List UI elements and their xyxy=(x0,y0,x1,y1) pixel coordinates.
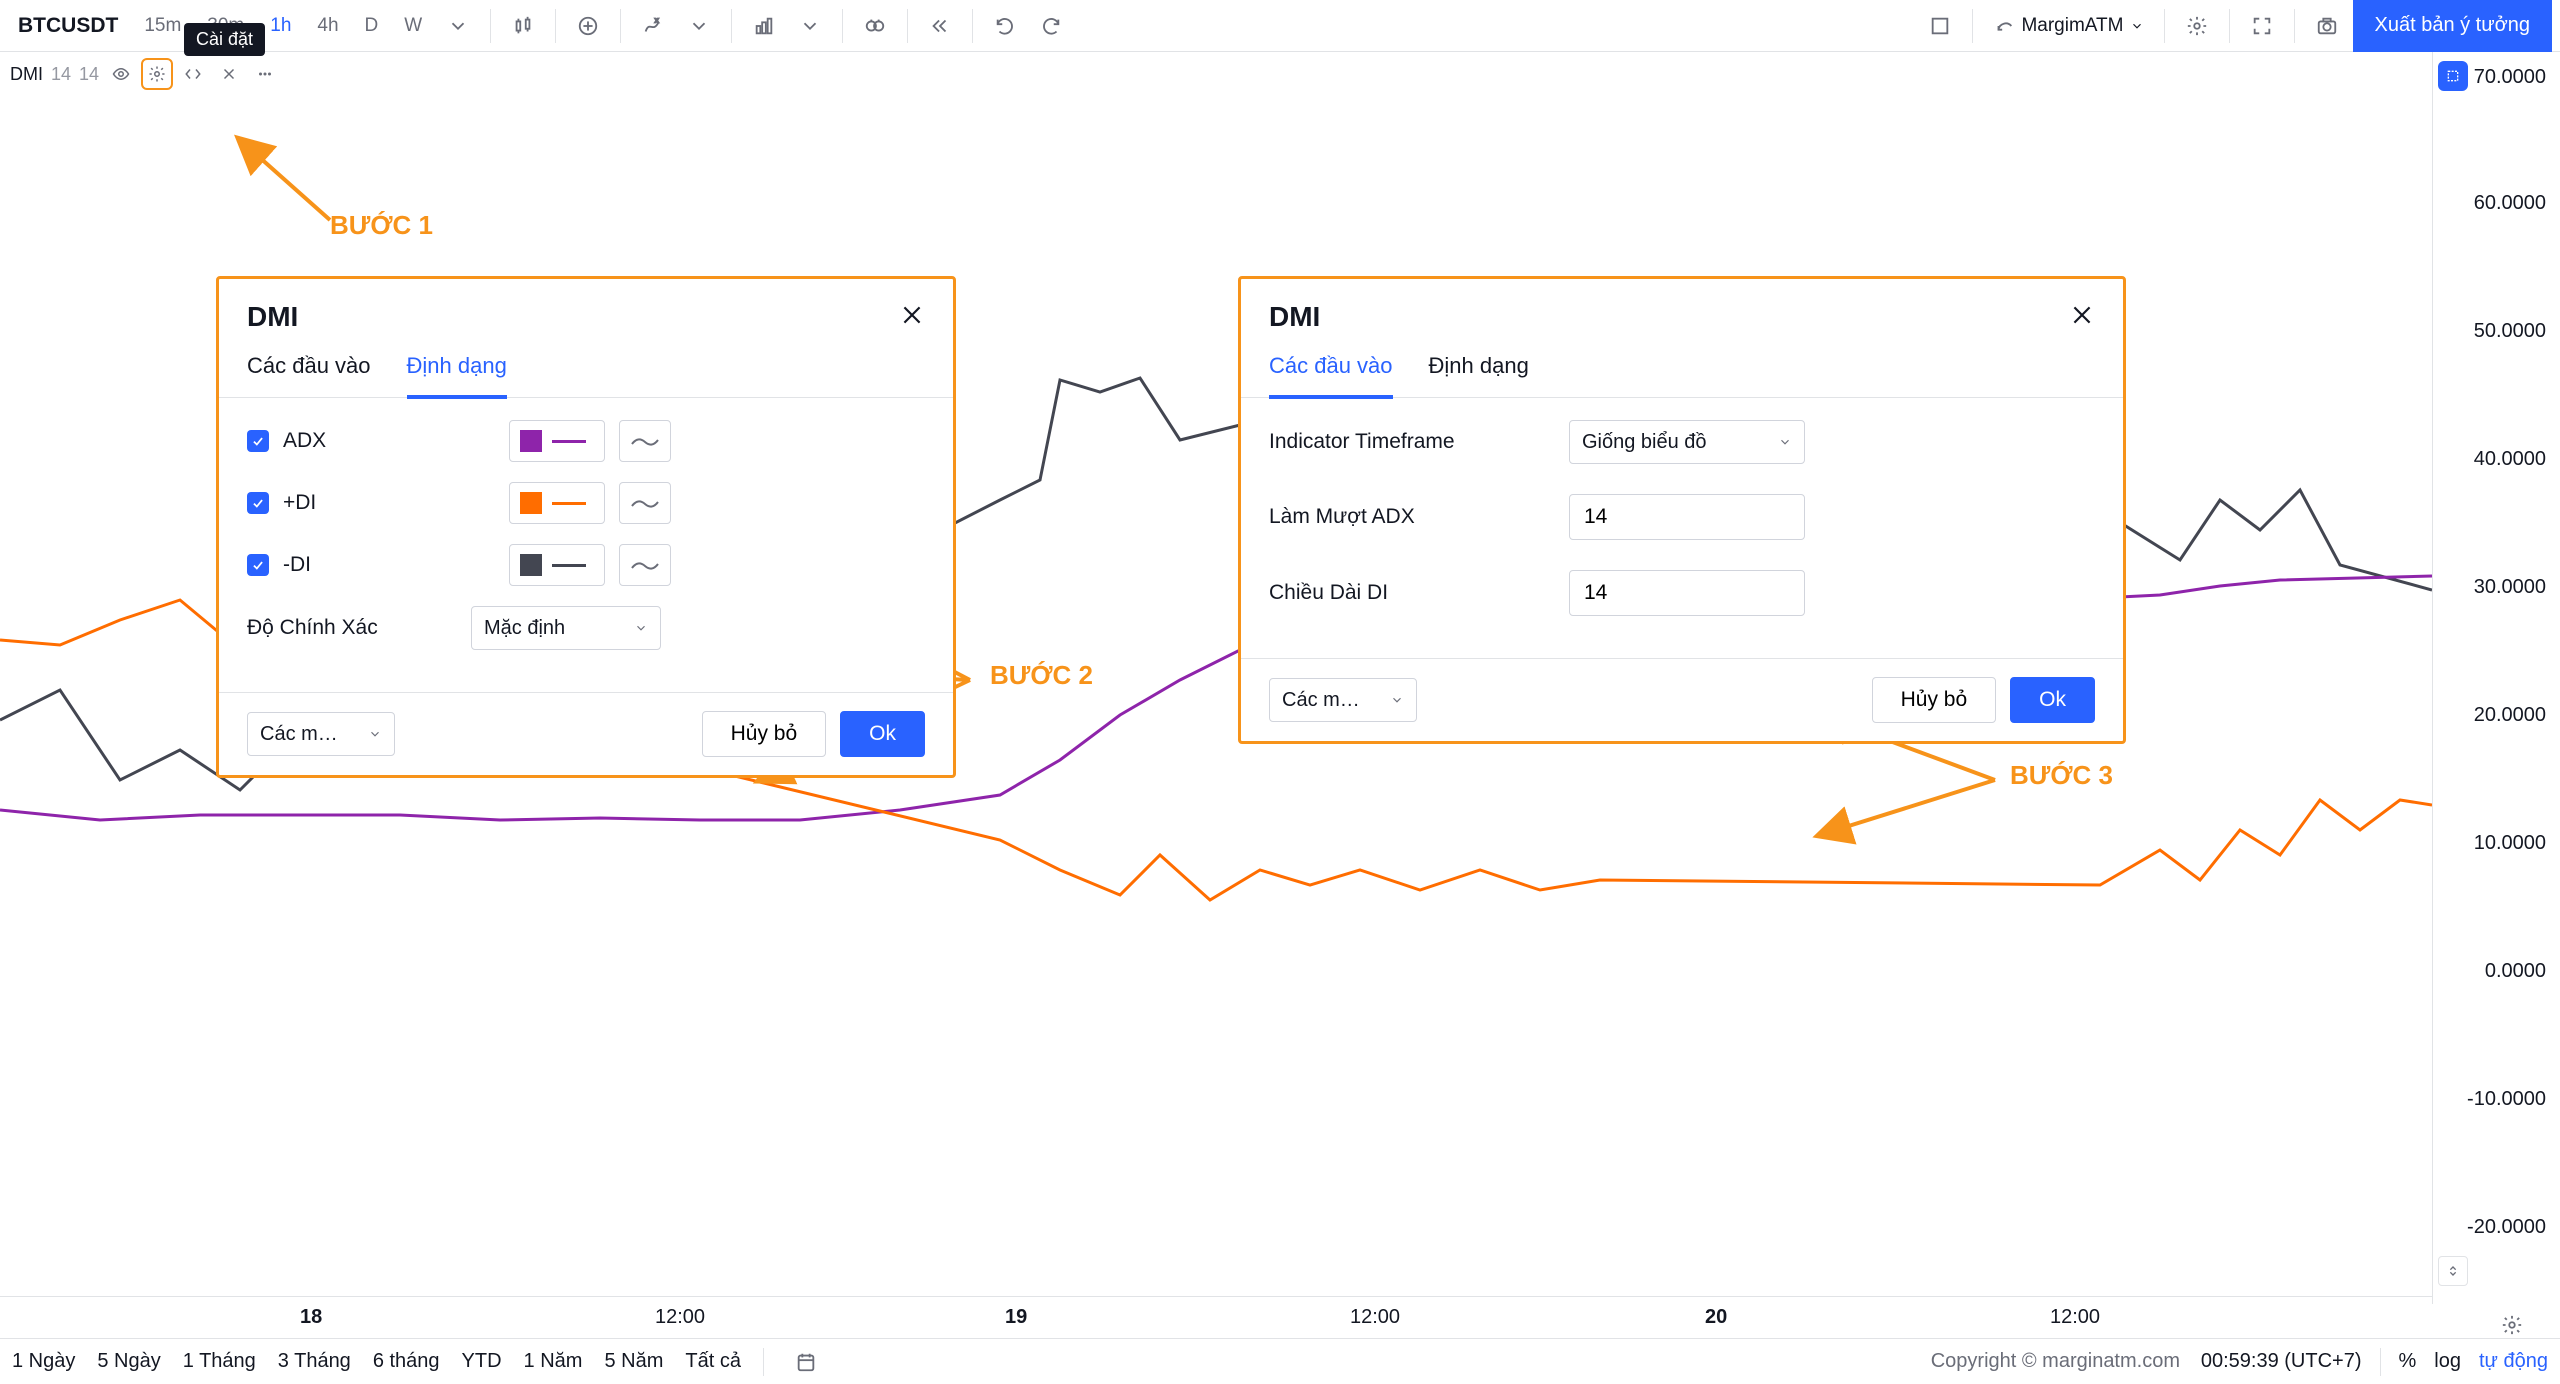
step2-label: BƯỚC 2 xyxy=(990,660,1093,691)
close-icon[interactable] xyxy=(2069,302,2095,333)
more-icon[interactable] xyxy=(251,60,279,88)
x-label: 12:00 xyxy=(1350,1306,1400,1329)
di-length-label: Chiều Dài DI xyxy=(1269,581,1539,605)
y-label: 30.0000 xyxy=(2474,576,2546,599)
y-label: -20.0000 xyxy=(2467,1216,2546,1239)
expand-panes-icon[interactable] xyxy=(2438,1256,2468,1286)
range-1m[interactable]: 1 Tháng xyxy=(183,1350,256,1373)
range-1d[interactable]: 1 Ngày xyxy=(12,1350,75,1373)
mdi-checkbox[interactable] xyxy=(247,554,269,576)
range-5y[interactable]: 5 Năm xyxy=(604,1350,663,1373)
y-label: -10.0000 xyxy=(2467,1088,2546,1111)
indicator-param-2: 14 xyxy=(79,64,99,85)
price-badge-icon[interactable] xyxy=(2438,61,2468,91)
timeframe-select[interactable]: Giống biểu đồ xyxy=(1569,420,1805,464)
tab-inputs[interactable]: Các đầu vào xyxy=(1269,343,1393,399)
source-code-icon[interactable] xyxy=(179,60,207,88)
adx-checkbox[interactable] xyxy=(247,430,269,452)
pdi-checkbox[interactable] xyxy=(247,492,269,514)
x-label: 18 xyxy=(300,1306,322,1329)
indicator-name: DMI xyxy=(10,64,43,85)
di-length-input[interactable] xyxy=(1569,570,1805,616)
ok-button[interactable]: Ok xyxy=(2010,677,2095,723)
range-1y[interactable]: 1 Năm xyxy=(524,1350,583,1373)
x-label: 20 xyxy=(1705,1306,1727,1329)
ok-button[interactable]: Ok xyxy=(840,711,925,757)
tab-inputs[interactable]: Các đầu vào xyxy=(247,343,371,397)
cancel-button[interactable]: Hủy bỏ xyxy=(702,711,827,757)
x-label: 12:00 xyxy=(655,1306,705,1329)
timeframe-label: Indicator Timeframe xyxy=(1269,430,1539,454)
y-label: 50.0000 xyxy=(2474,320,2546,343)
step1-label: BƯỚC 1 xyxy=(330,210,433,241)
copyright-text: Copyright © marginatm.com xyxy=(1931,1350,2180,1373)
range-6m[interactable]: 6 tháng xyxy=(373,1350,440,1373)
modal-title: DMI xyxy=(1269,301,1320,333)
defaults-dropdown[interactable]: Các m… xyxy=(247,712,395,756)
pdi-color-picker[interactable] xyxy=(509,482,605,524)
step1-arrow-icon xyxy=(230,130,340,230)
close-icon[interactable] xyxy=(215,60,243,88)
precision-select[interactable]: Mặc định xyxy=(471,606,661,650)
adx-smoothing-label: Làm Mượt ADX xyxy=(1269,505,1539,529)
indicator-param-1: 14 xyxy=(51,64,71,85)
x-label: 19 xyxy=(1005,1306,1027,1329)
range-all[interactable]: Tất cả xyxy=(685,1350,741,1373)
range-5d[interactable]: 5 Ngày xyxy=(97,1350,160,1373)
pdi-line-style[interactable] xyxy=(619,482,671,524)
step3-label: BƯỚC 3 xyxy=(2010,760,2113,791)
tab-style[interactable]: Định dạng xyxy=(1429,343,1529,397)
x-label: 12:00 xyxy=(2050,1306,2100,1329)
pdi-label: +DI xyxy=(283,491,351,515)
bottom-range-bar: 1 Ngày 5 Ngày 1 Tháng 3 Tháng 6 tháng YT… xyxy=(0,1338,2560,1384)
adx-smoothing-input[interactable] xyxy=(1569,494,1805,540)
time-axis[interactable]: 18 12:00 19 12:00 20 12:00 xyxy=(0,1296,2432,1338)
range-3m[interactable]: 3 Tháng xyxy=(278,1350,351,1373)
close-icon[interactable] xyxy=(899,302,925,333)
y-label: 70.0000 xyxy=(2474,66,2546,89)
y-label: 40.0000 xyxy=(2474,448,2546,471)
indicator-legend: DMI 14 14 xyxy=(10,60,279,88)
adx-label: ADX xyxy=(283,429,351,453)
dmi-settings-style-modal: DMI Các đầu vào Định dạng ADX +DI -DI xyxy=(216,276,956,778)
log-toggle[interactable]: log xyxy=(2434,1350,2461,1373)
adx-color-picker[interactable] xyxy=(509,420,605,462)
defaults-dropdown[interactable]: Các m… xyxy=(1269,678,1417,722)
y-label: 10.0000 xyxy=(2474,832,2546,855)
auto-toggle[interactable]: tự động xyxy=(2479,1350,2548,1373)
settings-tooltip: Cài đặt xyxy=(184,23,265,56)
y-label: 20.0000 xyxy=(2474,704,2546,727)
clock-text: 00:59:39 (UTC+7) xyxy=(2201,1350,2362,1373)
price-axis[interactable]: 70.0000 60.0000 50.0000 40.0000 30.0000 … xyxy=(2432,52,2560,1304)
indicator-settings-icon[interactable] xyxy=(143,60,171,88)
y-label: 0.0000 xyxy=(2485,960,2546,983)
mdi-color-picker[interactable] xyxy=(509,544,605,586)
mdi-label: -DI xyxy=(283,553,351,577)
modal-title: DMI xyxy=(247,301,298,333)
percent-toggle[interactable]: % xyxy=(2399,1350,2417,1373)
precision-label: Độ Chính Xác xyxy=(247,616,457,640)
eye-icon[interactable] xyxy=(107,60,135,88)
mdi-line-style[interactable] xyxy=(619,544,671,586)
y-label: 60.0000 xyxy=(2474,192,2546,215)
cancel-button[interactable]: Hủy bỏ xyxy=(1872,677,1997,723)
adx-line-style[interactable] xyxy=(619,420,671,462)
dmi-settings-inputs-modal: DMI Các đầu vào Định dạng Indicator Time… xyxy=(1238,276,2126,744)
range-ytd[interactable]: YTD xyxy=(462,1350,502,1373)
goto-date-icon[interactable] xyxy=(786,1342,826,1382)
tab-style[interactable]: Định dạng xyxy=(407,343,507,399)
